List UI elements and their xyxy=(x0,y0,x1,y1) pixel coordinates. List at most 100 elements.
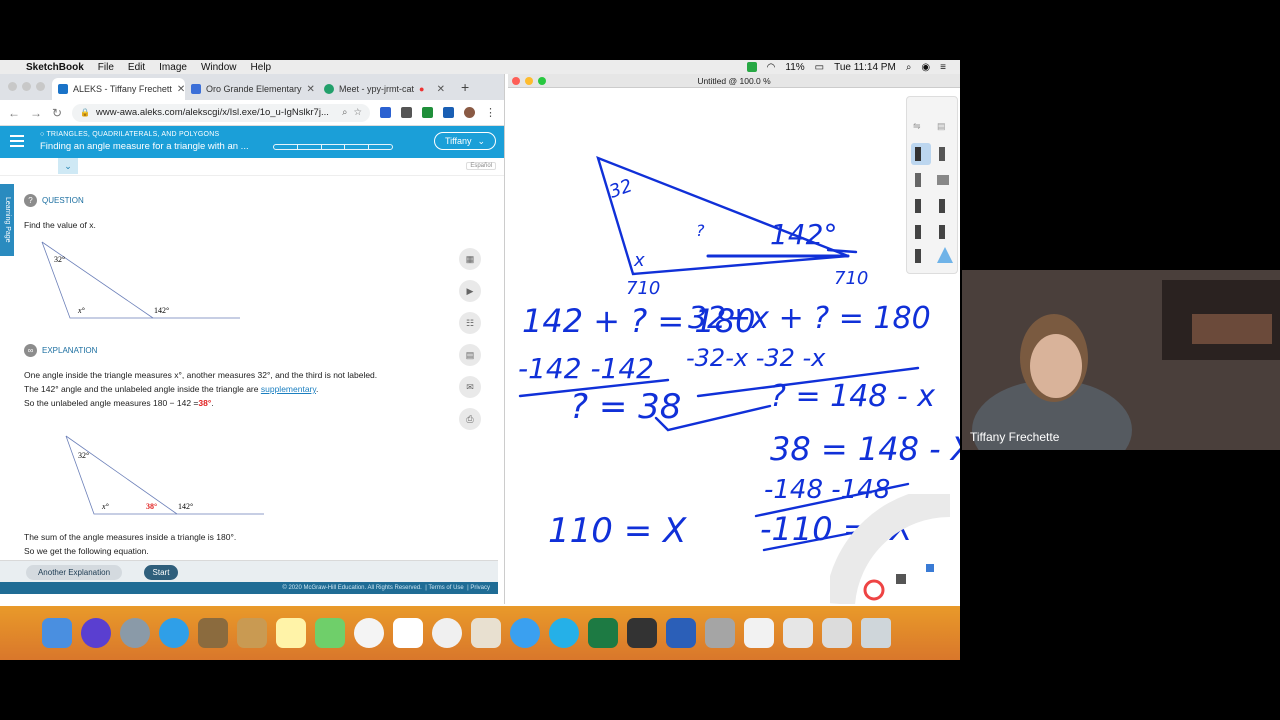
word-icon[interactable] xyxy=(666,618,696,648)
calculator-dock-icon[interactable] xyxy=(705,618,735,648)
extension-b-icon[interactable] xyxy=(443,107,454,118)
maps-icon[interactable] xyxy=(315,618,345,648)
airbrush-icon[interactable] xyxy=(915,199,921,213)
preview-icon[interactable] xyxy=(198,618,228,648)
tab-oro-grande[interactable]: Oro Grande Elementary ✕ xyxy=(185,78,318,100)
tab-label: Oro Grande Elementary xyxy=(206,84,302,94)
another-explanation-button[interactable]: Another Explanation xyxy=(26,565,122,580)
hw-final-answer: 110 = X xyxy=(548,511,687,551)
back-icon[interactable]: ← xyxy=(8,106,20,120)
ebook-icon[interactable]: ▤ xyxy=(459,344,481,366)
address-bar[interactable]: 🔒 www-awa.aleks.com/alekscgi/x/Isl.exe/1… xyxy=(72,103,370,122)
collapse-chevron-icon[interactable]: ⌄ xyxy=(58,158,78,174)
eraser-icon[interactable] xyxy=(937,175,949,185)
sk-zoom-button[interactable] xyxy=(538,77,546,85)
close-tab-icon[interactable]: ✕ xyxy=(177,84,185,95)
bookmark-star-icon[interactable]: ☆ xyxy=(353,107,362,118)
zoom-window-button[interactable] xyxy=(36,82,45,91)
photos-icon[interactable] xyxy=(354,618,384,648)
spotlight-search-icon[interactable]: ⌕ xyxy=(906,62,912,73)
siri-icon[interactable]: ◉ xyxy=(921,62,930,73)
ink-pen-icon[interactable] xyxy=(939,199,945,213)
menu-help[interactable]: Help xyxy=(251,62,272,73)
status-app-icon[interactable] xyxy=(746,62,757,72)
espanol-toggle[interactable]: Español xyxy=(466,162,496,170)
pen-icon[interactable] xyxy=(915,173,921,187)
notification-center-icon[interactable]: ≡ xyxy=(940,62,946,73)
reload-icon[interactable]: ↻ xyxy=(52,106,62,120)
print-icon[interactable]: ⎙ xyxy=(459,408,481,430)
battery-icon[interactable]: ▭ xyxy=(815,62,824,73)
sum-line: The sum of the angle measures inside a t… xyxy=(24,532,237,542)
start-button[interactable]: Start xyxy=(144,565,178,580)
aleks-header: ○ TRIANGLES, QUADRILATERALS, AND POLYGON… xyxy=(0,126,504,158)
siri-dock-icon[interactable] xyxy=(81,618,111,648)
color-wheel-icon xyxy=(863,579,885,601)
supplementary-link[interactable]: supplementary xyxy=(261,384,316,394)
hw-equation-1-subtract: -142 -142 xyxy=(518,352,654,385)
menu-edit[interactable]: Edit xyxy=(128,62,145,73)
notes-icon[interactable] xyxy=(276,618,306,648)
notes-folder-icon[interactable] xyxy=(237,618,267,648)
lagoon-tool-wheel[interactable] xyxy=(830,494,960,604)
trash-icon[interactable] xyxy=(861,618,891,648)
calculator-icon[interactable]: ▦ xyxy=(459,248,481,270)
menubar-clock[interactable]: Tue 11:14 PM xyxy=(834,62,896,73)
wifi-icon[interactable]: ◠ xyxy=(767,62,776,73)
wunderlist-icon[interactable] xyxy=(549,618,579,648)
learning-page-tab[interactable]: Learning Page xyxy=(0,184,14,256)
new-tab-button[interactable]: + xyxy=(461,79,469,95)
extension-classroom-icon[interactable] xyxy=(422,107,433,118)
infinity-icon: ∞ xyxy=(24,344,37,357)
settings-slider-icon[interactable]: ⇋ xyxy=(913,121,927,139)
brush-library-icon[interactable]: ▤ xyxy=(937,121,951,139)
tab-aleks[interactable]: ALEKS - Tiffany Frechett ✕ xyxy=(52,78,185,100)
safari-icon[interactable] xyxy=(159,618,189,648)
message-icon[interactable]: ✉ xyxy=(459,376,481,398)
hamburger-menu-icon[interactable] xyxy=(10,135,24,150)
forward-icon[interactable]: → xyxy=(30,106,42,120)
blue-ink-icon[interactable] xyxy=(937,247,953,263)
worksheet-icon[interactable]: ☷ xyxy=(459,312,481,334)
battery-percent[interactable]: 11% xyxy=(785,62,804,73)
pencil-brush-selected-icon[interactable] xyxy=(911,143,931,165)
tab-meet[interactable]: Meet - ypy-jrmt-cat ● ✕ xyxy=(318,78,451,100)
marker-icon[interactable] xyxy=(939,147,945,161)
brush-palette: ⇋ ▤ xyxy=(906,96,958,274)
menu-image[interactable]: Image xyxy=(159,62,187,73)
privacy-link[interactable]: Privacy xyxy=(470,585,490,591)
zoom-icon[interactable]: ⌕ xyxy=(342,107,347,118)
chisel-pen-icon[interactable] xyxy=(939,225,945,239)
sk-minimize-button[interactable] xyxy=(525,77,533,85)
printer-icon[interactable] xyxy=(627,618,657,648)
close-tab-icon[interactable]: ✕ xyxy=(437,84,445,95)
excel-icon[interactable] xyxy=(588,618,618,648)
document-icon[interactable] xyxy=(744,618,774,648)
screenshot-icon[interactable] xyxy=(783,618,813,648)
profile-avatar[interactable] xyxy=(464,107,475,118)
menubar-app-name[interactable]: SketchBook xyxy=(26,62,84,73)
chrome-icon[interactable] xyxy=(432,618,462,648)
downloads-stack-icon[interactable] xyxy=(822,618,852,648)
paintbrush-icon[interactable] xyxy=(915,249,921,263)
minimize-window-button[interactable] xyxy=(22,82,31,91)
menu-file[interactable]: File xyxy=(98,62,114,73)
hw-equation-2: 32+x + ? = 180 xyxy=(688,301,931,336)
messages-icon[interactable] xyxy=(510,618,540,648)
menu-window[interactable]: Window xyxy=(201,62,237,73)
sketchbook-dock-icon[interactable] xyxy=(471,618,501,648)
sk-close-button[interactable] xyxy=(512,77,520,85)
finder-icon[interactable] xyxy=(42,618,72,648)
hw-equation-2-result: ? = 148 - x xyxy=(770,379,935,414)
video-icon[interactable]: ▶ xyxy=(459,280,481,302)
terms-link[interactable]: Terms of Use xyxy=(428,585,463,591)
close-window-button[interactable] xyxy=(8,82,17,91)
user-menu-button[interactable]: Tiffany ⌄ xyxy=(434,132,496,150)
chrome-menu-icon[interactable]: ⋮ xyxy=(485,106,496,119)
fine-pen-icon[interactable] xyxy=(915,225,921,239)
extension-calendar-icon[interactable] xyxy=(380,107,391,118)
extension-m-icon[interactable] xyxy=(401,107,412,118)
close-tab-icon[interactable]: ✕ xyxy=(307,84,315,95)
calendar-icon[interactable] xyxy=(393,618,423,648)
launchpad-icon[interactable] xyxy=(120,618,150,648)
